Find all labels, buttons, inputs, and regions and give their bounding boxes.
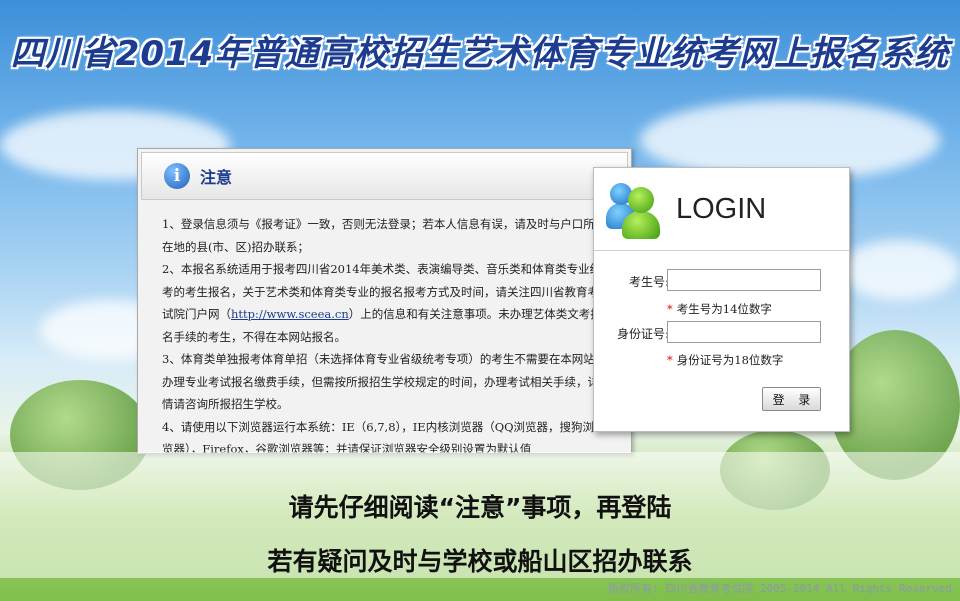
- notice-item-2: 2、本报名系统适用于报考四川省2014年美术类、表演编导类、音乐类和体育类专业统…: [162, 258, 605, 348]
- required-star: *: [667, 353, 673, 367]
- exam-no-hint-text: 考生号为14位数字: [676, 302, 772, 316]
- notice-item-1: 1、登录信息须与《报考证》一致，否则无法登录；若本人信息有误，请及时与户口所在地…: [162, 217, 595, 254]
- notice-title: 注意: [200, 168, 233, 187]
- notice-item-4: 4、请使用以下浏览器运行本系统：IE（6,7,8），IE内核浏览器（QQ浏览器，…: [162, 419, 595, 454]
- login-title: LOGIN: [676, 192, 767, 225]
- cloud: [840, 240, 960, 300]
- id-label: 身份证号:: [616, 327, 669, 341]
- login-panel: LOGIN 考生号: * 考生号为14位数字 身份证号: * 身份证号为18位数字 …: [593, 167, 850, 432]
- notice-panel: i 注意 1、登录信息须与《报考证》一致，否则无法登录；若本人信息有误，请及时与…: [137, 148, 632, 454]
- system-title: 四川省2014年普通高校招生艺术体育专业统考网上报名系统: [10, 34, 950, 74]
- required-star: *: [667, 302, 673, 316]
- exam-no-label: 考生号:: [628, 275, 669, 289]
- users-icon: [606, 179, 668, 239]
- id-hint: * 身份证号为18位数字: [667, 352, 783, 368]
- login-header: LOGIN: [594, 168, 849, 251]
- exam-no-hint: * 考生号为14位数字: [667, 301, 772, 317]
- exam-no-input[interactable]: [667, 269, 821, 291]
- sceea-link[interactable]: http://www.sceea.cn: [231, 307, 349, 321]
- info-icon: i: [164, 163, 190, 189]
- id-row: 身份证号:: [594, 321, 849, 345]
- notice-body: 1、登录信息须与《报考证》一致，否则无法登录；若本人信息有误，请及时与户口所在地…: [138, 203, 631, 454]
- id-number-input[interactable]: [667, 321, 821, 343]
- login-button[interactable]: 登 录: [762, 387, 821, 411]
- notice-item-3: 3、体育类单独报考体育单招（未选择体育专业省级统考专项）的考生不需要在本网站办理…: [162, 352, 599, 411]
- exam-no-row: 考生号:: [594, 269, 849, 293]
- copyright-text: 版权所有: 四川省教育考试院 2005-2014 All Rights Rese…: [608, 582, 952, 595]
- banner-line-2: 若有疑问及时与学校或船山区招办联系: [267, 547, 693, 576]
- notice-header: i 注意: [141, 152, 628, 200]
- notice-banner: 请先仔细阅读“注意”事项，再登陆 若有疑问及时与学校或船山区招办联系: [0, 452, 960, 578]
- id-hint-text: 身份证号为18位数字: [676, 353, 784, 367]
- banner-line-1: 请先仔细阅读“注意”事项，再登陆: [288, 493, 672, 522]
